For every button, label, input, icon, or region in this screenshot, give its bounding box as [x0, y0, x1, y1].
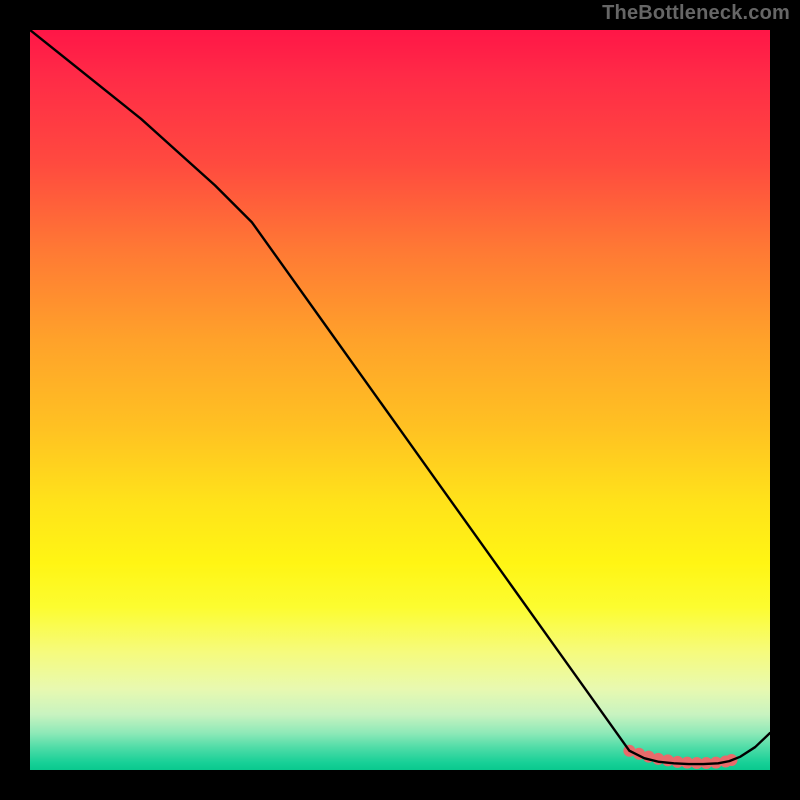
attribution-text: TheBottleneck.com — [602, 2, 790, 25]
main-curve — [30, 30, 770, 764]
plot-area — [30, 30, 770, 770]
chart-svg — [30, 30, 770, 770]
chart-frame: TheBottleneck.com — [0, 0, 800, 800]
